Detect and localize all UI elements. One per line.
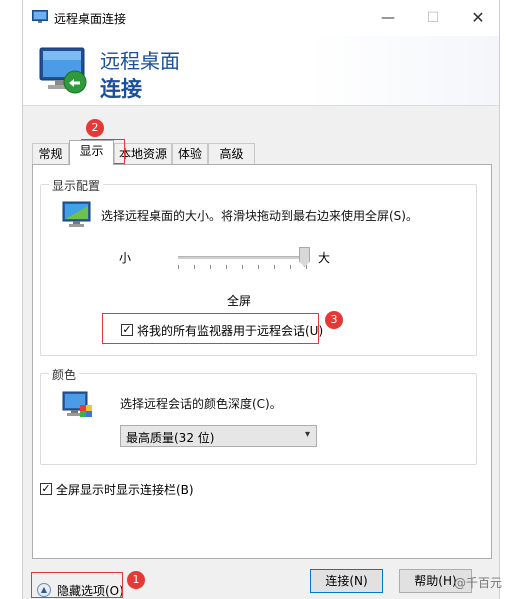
- color-depth-description: 选择远程会话的颜色深度(C)。: [120, 397, 282, 411]
- tab-display[interactable]: 显示: [69, 140, 114, 165]
- slider-value-label: 全屏: [227, 294, 252, 308]
- window-title: 远程桌面连接: [54, 12, 127, 26]
- color-depth-select[interactable]: 最高质量(32 位) ▾: [120, 425, 317, 447]
- tab-advanced[interactable]: 高级: [208, 143, 255, 165]
- watermark: @千百元: [454, 576, 503, 590]
- color-monitor-icon: [62, 391, 92, 417]
- remote-desktop-monitor-icon: [39, 47, 87, 94]
- callout-badge-1: 1: [127, 571, 145, 589]
- tab-general[interactable]: 常规: [32, 143, 69, 165]
- slider-min-label: 小: [119, 251, 132, 265]
- chevron-down-icon: ▾: [304, 429, 310, 440]
- display-tab-panel: 显示配置 选择远程桌面的大小。将滑块拖动到最右边来使用全屏(S)。 小 大 全屏…: [32, 164, 492, 559]
- connect-button[interactable]: 连接(N): [310, 569, 383, 593]
- display-size-description: 选择远程桌面的大小。将滑块拖动到最右边来使用全屏(S)。: [101, 209, 418, 223]
- callout-badge-2: 2: [86, 119, 104, 137]
- remote-desktop-window: 远程桌面连接 — ☐ ✕ 远程桌面 连接 常规 显示 本地资源 体验 高级 显示…: [22, 0, 500, 599]
- close-button[interactable]: ✕: [463, 6, 493, 30]
- show-connection-bar-label[interactable]: 全屏显示时显示连接栏(B): [56, 481, 194, 498]
- callout-badge-3: 3: [325, 311, 343, 329]
- display-size-slider-thumb[interactable]: [299, 247, 310, 267]
- color-depth-selected: 最高质量(32 位): [126, 431, 215, 445]
- display-size-slider-track[interactable]: [178, 256, 308, 259]
- remote-desktop-app-icon: [32, 10, 48, 23]
- show-connection-bar-checkbox[interactable]: ✓: [40, 483, 52, 495]
- slider-ticks: [178, 265, 308, 271]
- colors-group: 颜色 选择远程会话的颜色深度(C)。 最高质量(32 位) ▾: [40, 366, 477, 465]
- monitor-icon: [62, 201, 91, 227]
- banner-title-line1: 远程桌面: [100, 49, 180, 73]
- banner-title-line2: 连接: [100, 77, 142, 101]
- minimize-button[interactable]: —: [373, 6, 403, 30]
- banner: 远程桌面 连接: [23, 36, 499, 106]
- callout-box-all-monitors: [102, 313, 319, 344]
- display-config-label: 显示配置: [49, 177, 104, 194]
- slider-max-label: 大: [318, 251, 331, 265]
- title-bar: 远程桌面连接 — ☐ ✕: [23, 0, 499, 36]
- callout-box-hide-options: [31, 572, 123, 598]
- tab-experience[interactable]: 体验: [172, 143, 208, 165]
- maximize-button[interactable]: ☐: [418, 6, 448, 30]
- colors-group-label: 颜色: [49, 366, 80, 383]
